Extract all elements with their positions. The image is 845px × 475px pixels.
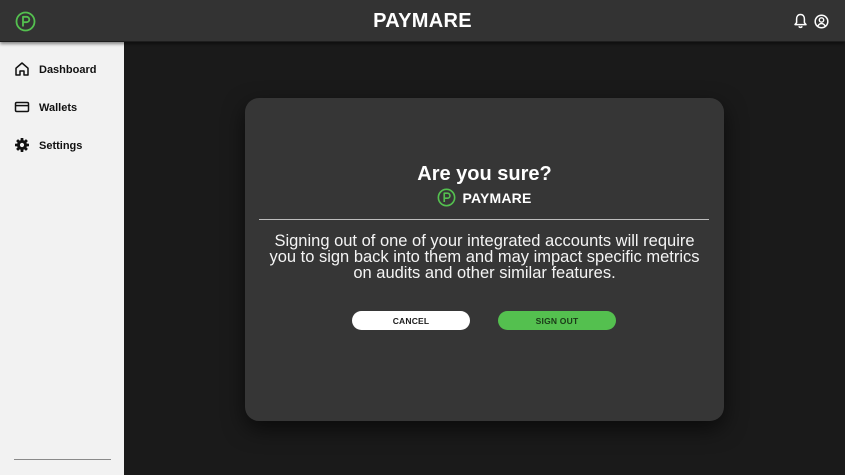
dialog-title: Are you sure? [417,163,552,185]
sidebar-item-wallets[interactable]: Wallets [14,98,77,118]
sidebar-item-settings[interactable]: Settings [14,136,82,156]
sidebar: Dashboard Wallets Settings [0,42,124,475]
app-title: PAYMARE [373,10,472,32]
dialog-divider [259,219,709,220]
sign-out-button[interactable]: SIGN OUT [498,311,616,330]
dialog-brand-name: PAYMARE [462,189,532,206]
cancel-button[interactable]: CANCEL [352,311,470,330]
sign-out-confirm-dialog: Are you sure? PAYMARE Signing out of one… [245,98,724,421]
dialog-message: Signing out of one of your integrated ac… [269,232,700,282]
header-actions [793,13,829,29]
home-icon [14,61,30,80]
bell-icon[interactable] [793,13,808,29]
sidebar-item-label: Settings [39,140,83,152]
sidebar-item-label: Dashboard [39,64,97,76]
sidebar-item-dashboard[interactable]: Dashboard [14,60,96,80]
paymare-logo-icon [437,188,456,207]
user-circle-icon[interactable] [814,13,829,29]
sidebar-item-label: Wallets [39,102,78,114]
credit-card-icon [14,99,30,118]
sidebar-divider [14,459,111,460]
gear-icon [14,137,30,156]
top-bar: PAYMARE [0,0,845,42]
dialog-brand: PAYMARE [245,188,724,207]
